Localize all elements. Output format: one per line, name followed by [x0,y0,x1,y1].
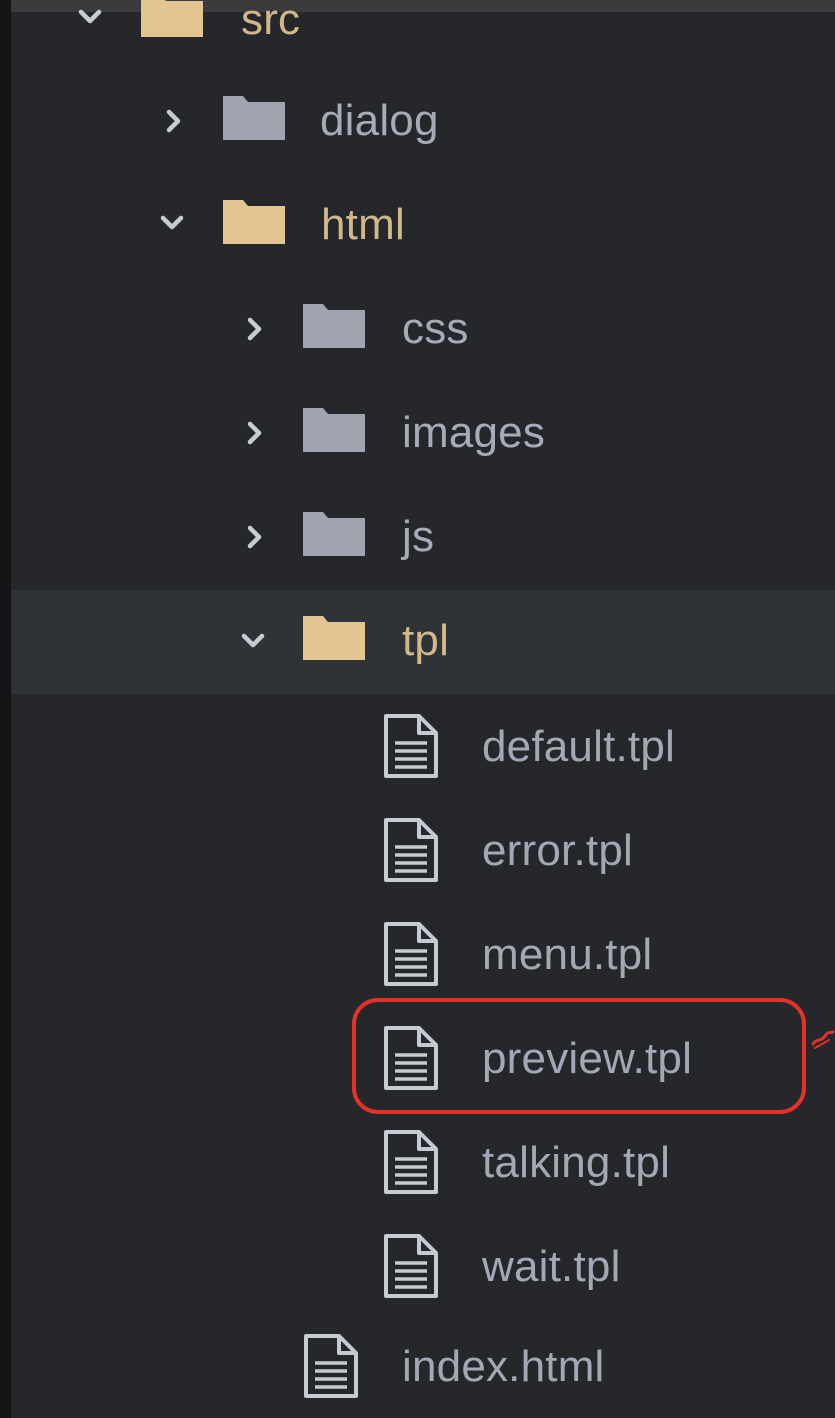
tree-row-html[interactable]: html [11,174,835,278]
chevron-down-icon[interactable] [157,208,187,238]
left-edge [0,0,11,1418]
chevron-down-icon[interactable] [75,2,105,32]
tree-row-images[interactable]: images [11,382,835,486]
file-text-icon [301,1333,361,1399]
tree-row-wait-tpl[interactable]: wait.tpl [11,1214,835,1318]
tree-label-src: src [241,0,301,44]
folder-icon [301,298,367,350]
tree-label-talking-tpl: talking.tpl [482,1138,671,1187]
file-text-icon [381,1233,441,1299]
chevron-right-icon[interactable] [240,522,270,552]
tree-row-js[interactable]: js [11,486,835,590]
file-text-icon [381,921,441,987]
chevron-right-icon[interactable] [159,106,189,136]
tree-label-css: css [402,304,469,353]
tree-label-images: images [402,408,546,457]
tree-row-src[interactable]: src [11,0,835,69]
tree-row-error-tpl[interactable]: error.tpl [11,798,835,902]
chevron-down-icon[interactable] [238,626,268,656]
file-text-icon [381,713,441,779]
chevron-right-icon[interactable] [240,314,270,344]
tree-label-menu-tpl: menu.tpl [482,930,653,979]
tree-label-js: js [402,512,435,561]
tree-row-menu-tpl[interactable]: menu.tpl [11,902,835,1006]
highlight-annotation [352,998,806,1114]
folder-icon [301,402,367,454]
tree-label-html: html [321,200,405,249]
tree-row-index-html[interactable]: index.html [11,1314,835,1418]
tree-row-default-tpl[interactable]: default.tpl [11,694,835,798]
file-tree-screenshot: src dialog html css images js tpl defaul… [0,0,835,1418]
tree-label-default-tpl: default.tpl [482,722,676,771]
chevron-right-icon[interactable] [240,418,270,448]
tree-label-index-html: index.html [402,1342,605,1391]
annotation-mark-icon [811,1024,835,1054]
file-text-icon [381,1129,441,1195]
tree-label-tpl: tpl [402,616,450,665]
file-text-icon [381,817,441,883]
tree-label-dialog: dialog [320,96,439,145]
folder-open-icon [301,610,367,662]
tree-row-dialog[interactable]: dialog [11,70,835,174]
folder-icon [301,506,367,558]
tree-label-error-tpl: error.tpl [482,826,633,875]
folder-icon [221,90,287,142]
folder-open-icon [139,0,205,39]
folder-open-icon [221,194,287,246]
tree-row-tpl[interactable]: tpl [11,590,835,694]
tree-row-css[interactable]: css [11,278,835,382]
tree-row-talking-tpl[interactable]: talking.tpl [11,1110,835,1214]
tree-label-wait-tpl: wait.tpl [482,1242,621,1291]
